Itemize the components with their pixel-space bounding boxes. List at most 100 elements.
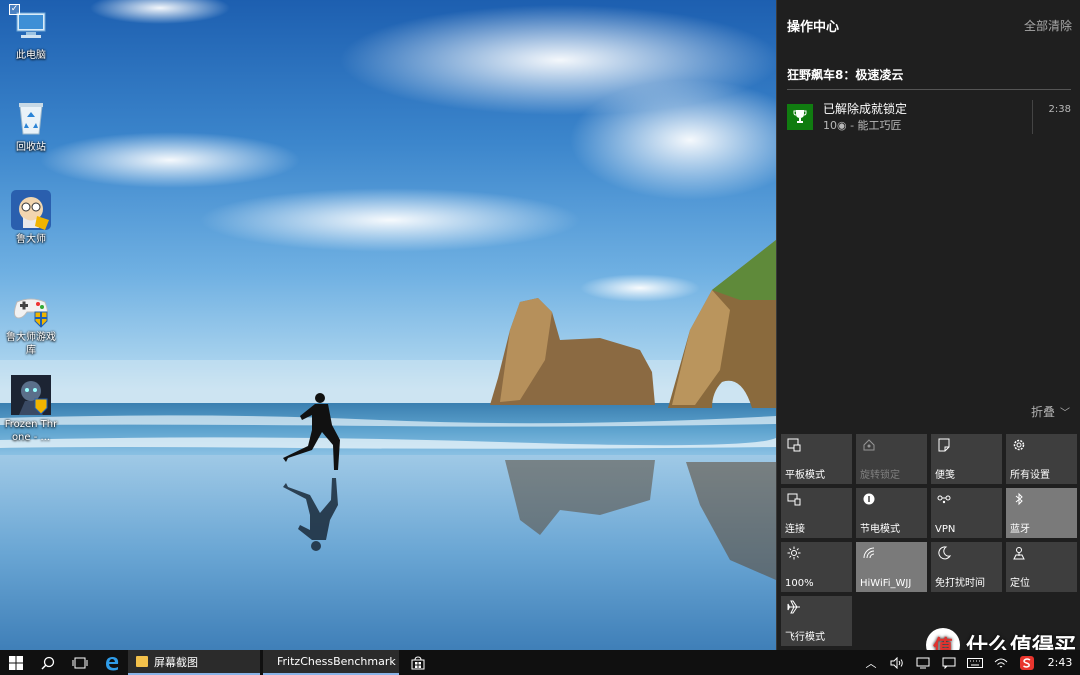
network-button[interactable]	[988, 650, 1014, 675]
task-view-icon	[72, 657, 88, 668]
desktop-icon-recycle-bin[interactable]: 回收站	[2, 98, 60, 154]
desktop-icon-this-pc[interactable]: ✓ 此电脑	[2, 4, 60, 62]
collapse-button[interactable]: 折叠 ﹀	[1031, 403, 1070, 420]
volume-button[interactable]	[884, 650, 910, 675]
wifi-icon	[863, 547, 875, 559]
connect-icon	[787, 493, 801, 506]
taskbar-app-screenshots[interactable]: 屏幕截图	[128, 650, 260, 675]
quick-action-quiet-hours[interactable]: 免打扰时间	[931, 542, 1002, 592]
desktop-icon-label: 鲁大师	[16, 234, 46, 245]
notification-title: 已解除成就锁定	[823, 102, 908, 116]
action-center-panel: 操作中心 全部清除 狂野飙车8：极速凌云 已解除成就锁定 10◉ - 能工巧匠 …	[776, 0, 1080, 650]
battery-saver-icon	[863, 493, 875, 505]
divider	[1032, 100, 1033, 134]
action-center-header: 操作中心 全部清除	[787, 16, 1072, 35]
windows-logo-icon	[9, 655, 23, 670]
quick-action-label: 100%	[785, 578, 814, 589]
keyboard-button[interactable]	[962, 650, 988, 675]
desktop-icon-label: 回收站	[16, 142, 46, 153]
quick-action-label: 定位	[1010, 578, 1030, 589]
start-button[interactable]	[0, 650, 32, 675]
location-icon	[1013, 547, 1025, 560]
task-view-button[interactable]	[64, 650, 96, 675]
quick-action-label: HiWiFi_WJJ	[860, 578, 912, 589]
quick-action-label: VPN	[935, 524, 956, 535]
collapse-label: 折叠	[1030, 405, 1055, 419]
quick-action-bluetooth[interactable]: 蓝牙	[1006, 488, 1077, 538]
quick-action-rotation-lock[interactable]: 旋转锁定	[856, 434, 927, 484]
vpn-icon	[937, 495, 951, 504]
notification-time: 2:38	[1048, 104, 1071, 115]
edge-browser-button[interactable]	[96, 650, 128, 675]
quick-action-label: 免打扰时间	[935, 578, 985, 589]
quick-action-connect[interactable]: 连接	[781, 488, 852, 538]
brightness-icon	[787, 546, 801, 560]
airplane-icon	[787, 600, 800, 614]
desktop-icon-label: 鲁大师游戏库	[6, 332, 56, 356]
notification-subtitle: 10◉ - 能工巧匠	[823, 119, 902, 132]
quick-action-label: 飞行模式	[785, 632, 825, 643]
ime-button[interactable]	[1014, 650, 1040, 675]
quick-action-label: 蓝牙	[1010, 524, 1030, 535]
quick-action-label: 平板模式	[785, 470, 825, 481]
taskbar-app-fritz[interactable]: FritzChessBenchmark	[263, 650, 399, 675]
trophy-icon	[793, 110, 807, 123]
quick-action-label: 便笺	[935, 470, 955, 481]
clock[interactable]: 2:43	[1040, 656, 1080, 669]
message-icon	[942, 657, 956, 669]
volume-icon	[890, 656, 903, 669]
bluetooth-icon	[1015, 492, 1023, 506]
quick-action-brightness[interactable]: 100%	[781, 542, 852, 592]
desktop-icon-frozen-throne[interactable]: Frozen Throne - ...	[2, 375, 60, 444]
note-icon	[938, 438, 950, 452]
quick-action-label: 连接	[785, 524, 805, 535]
search-button[interactable]	[32, 650, 64, 675]
display-button[interactable]	[910, 650, 936, 675]
display-icon	[916, 657, 930, 668]
desktop-icon-ludashi[interactable]: 鲁大师	[2, 190, 60, 246]
search-icon	[41, 656, 55, 670]
quick-action-label: 所有设置	[1010, 470, 1050, 481]
quick-action-all-settings[interactable]: 所有设置	[1006, 434, 1077, 484]
notification-item[interactable]: 已解除成就锁定 10◉ - 能工巧匠 2:38	[787, 100, 1071, 136]
folder-icon	[136, 656, 148, 667]
quick-actions-grid: 平板模式 旋转锁定 便笺 所有设置 连接 节电模式 VPN 蓝牙 100% Hi…	[781, 434, 1077, 646]
taskbar-app-label: 屏幕截图	[154, 655, 198, 669]
game-controller-icon	[11, 288, 51, 328]
checkbox-icon[interactable]: ✓	[9, 4, 20, 15]
system-tray: ︿ 2:43	[858, 650, 1080, 675]
quick-action-label: 旋转锁定	[860, 470, 900, 481]
notification-group-title: 狂野飙车8：极速凌云	[787, 68, 904, 82]
quick-action-tablet-mode[interactable]: 平板模式	[781, 434, 852, 484]
notification-tray-button[interactable]	[936, 650, 962, 675]
quick-action-note[interactable]: 便笺	[931, 434, 1002, 484]
keyboard-icon	[967, 657, 983, 668]
store-icon	[411, 655, 425, 669]
quick-action-vpn[interactable]: VPN	[931, 488, 1002, 538]
desktop-icon-game-library[interactable]: 鲁大师游戏库	[2, 288, 60, 357]
edge-icon	[106, 656, 119, 670]
quick-action-label: 节电模式	[860, 524, 900, 535]
quick-action-location[interactable]: 定位	[1006, 542, 1077, 592]
tablet-mode-icon	[787, 438, 801, 452]
action-center-title: 操作中心	[787, 19, 840, 35]
store-button[interactable]	[402, 650, 434, 675]
recycle-bin-icon	[11, 98, 51, 138]
app-tile	[787, 104, 813, 130]
show-hidden-icons-button[interactable]: ︿	[858, 650, 884, 675]
quick-action-battery-saver[interactable]: 节电模式	[856, 488, 927, 538]
notification-group-header[interactable]: 狂野飙车8：极速凌云	[787, 66, 1071, 90]
rotation-lock-icon	[863, 439, 875, 451]
ludashi-icon	[11, 190, 51, 230]
wallpaper-image	[0, 0, 776, 650]
desktop-icon-label: Frozen Throne - ...	[4, 419, 58, 443]
chevron-up-icon: ︿	[865, 656, 877, 670]
warcraft-icon	[11, 375, 51, 415]
network-icon	[994, 658, 1008, 667]
clear-all-button[interactable]: 全部清除	[1024, 17, 1072, 34]
quick-action-wifi[interactable]: HiWiFi_WJJ	[856, 542, 927, 592]
desktop-icon-label: 此电脑	[16, 50, 46, 61]
chevron-down-icon: ﹀	[1060, 408, 1070, 419]
quick-action-airplane-mode[interactable]: 飞行模式	[781, 596, 852, 646]
taskbar: 屏幕截图 FritzChessBenchmark ︿ 2:43	[0, 650, 1080, 675]
